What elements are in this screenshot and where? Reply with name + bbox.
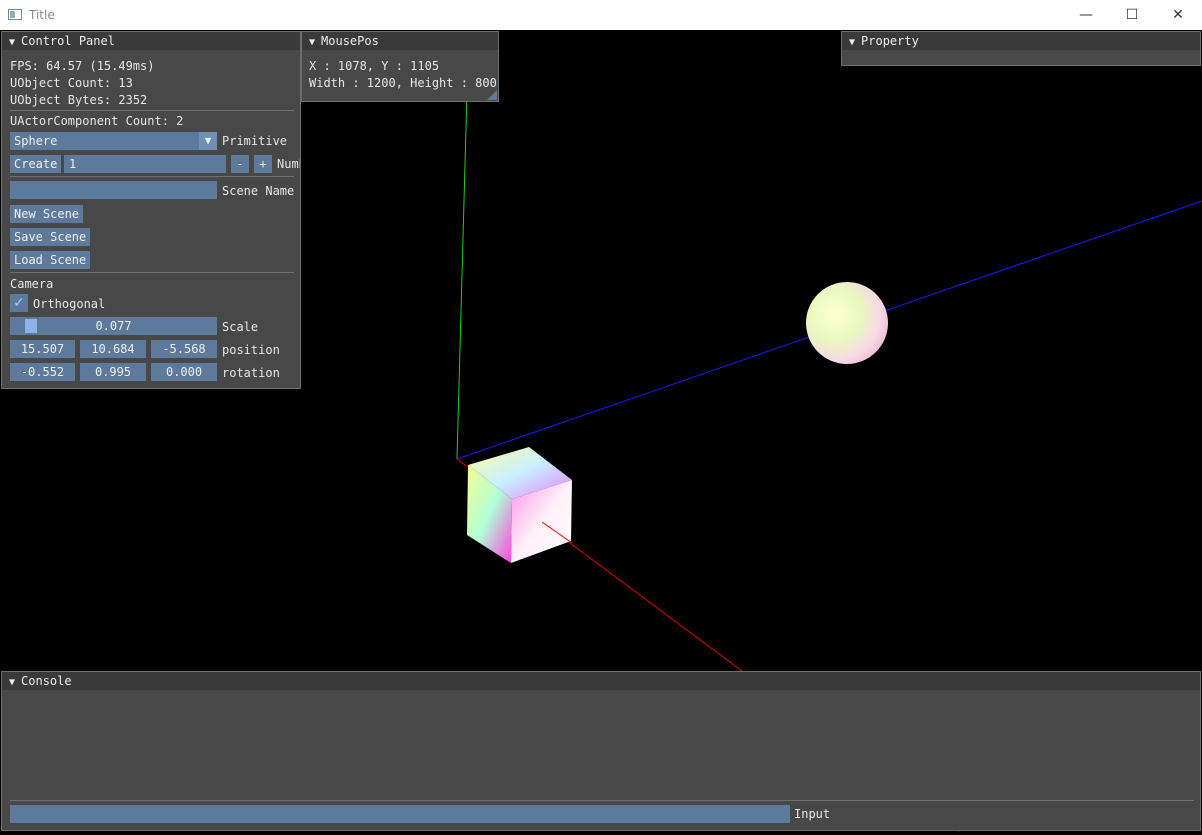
divider: [10, 110, 294, 111]
primitive-label: Primitive: [222, 134, 288, 148]
rotation-z-field[interactable]: 0.000: [151, 363, 217, 381]
actor-component-count-text: UActorComponent Count: 2: [10, 114, 184, 128]
scene-name-label: Scene Name: [222, 184, 295, 198]
window-title: Title: [29, 8, 55, 22]
mousepos-panel: ▼ MousePos X : 1078, Y : 1105 Width : 120…: [301, 31, 499, 102]
divider: [10, 272, 294, 273]
load-scene-button[interactable]: Load Scene: [10, 251, 91, 269]
position-y-field[interactable]: 10.684: [80, 340, 146, 358]
uobject-count-text: UObject Count: 13: [10, 76, 133, 90]
decrement-button[interactable]: -: [231, 155, 249, 173]
property-title: Property: [861, 34, 919, 48]
console-panel: ▼ Console Input: [1, 671, 1201, 831]
screen-size-text: Width : 1200, Height : 800: [309, 76, 497, 90]
collapse-icon[interactable]: ▼: [9, 677, 15, 688]
primitive-value: Sphere: [14, 134, 58, 148]
position-z-field[interactable]: -5.568: [151, 340, 217, 358]
scale-slider[interactable]: 0.077: [10, 317, 217, 335]
rotation-label: rotation: [222, 366, 280, 380]
minimize-icon: —: [1079, 7, 1093, 23]
minimize-button[interactable]: —: [1063, 0, 1109, 30]
divider: [10, 800, 1194, 801]
control-panel: ▼ Control Panel FPS: 64.57 (15.49ms) UObj…: [1, 31, 301, 389]
increment-button[interactable]: +: [254, 155, 272, 173]
close-icon: ✕: [1172, 7, 1184, 23]
mouse-xy-text: X : 1078, Y : 1105: [309, 59, 440, 73]
close-button[interactable]: ✕: [1155, 0, 1201, 30]
maximize-button[interactable]: ☐: [1109, 0, 1155, 30]
number-input[interactable]: 1: [64, 155, 226, 173]
position-x-field[interactable]: 15.507: [10, 340, 75, 358]
collapse-icon[interactable]: ▼: [9, 37, 15, 48]
create-button[interactable]: Create: [10, 155, 62, 173]
new-scene-button[interactable]: New Scene: [10, 205, 84, 223]
mousepos-header[interactable]: ▼ MousePos: [302, 32, 498, 50]
rotation-x-field[interactable]: -0.552: [10, 363, 75, 381]
console-input-label: Input: [794, 807, 831, 821]
maximize-icon: ☐: [1125, 7, 1139, 23]
checkmark-icon: ✓: [13, 295, 25, 311]
scale-value: 0.077: [95, 319, 132, 333]
property-panel: ▼ Property: [841, 31, 1201, 66]
window-titlebar: Title — ☐ ✕: [0, 0, 1202, 30]
number-label: Number: [277, 157, 300, 171]
control-panel-title: Control Panel: [21, 34, 115, 48]
rotation-y-field[interactable]: 0.995: [80, 363, 146, 381]
mousepos-title: MousePos: [321, 34, 379, 48]
primitive-dropdown[interactable]: Sphere ▼: [10, 132, 217, 150]
app-icon: [8, 9, 22, 20]
resize-grip[interactable]: [487, 90, 497, 100]
position-label: position: [222, 343, 280, 357]
y-axis-line: [456, 90, 468, 460]
console-input[interactable]: [10, 805, 790, 823]
scene-name-input[interactable]: [10, 181, 217, 199]
orthogonal-label: Orthogonal: [33, 297, 106, 311]
save-scene-button[interactable]: Save Scene: [10, 228, 91, 246]
collapse-icon[interactable]: ▼: [309, 37, 315, 48]
dropdown-arrow-icon[interactable]: ▼: [199, 132, 217, 150]
sphere-object: [806, 282, 888, 364]
fps-text: FPS: 64.57 (15.49ms): [10, 59, 155, 73]
camera-heading: Camera: [10, 277, 54, 291]
orthogonal-checkbox[interactable]: ✓: [10, 294, 28, 312]
scale-label: Scale: [222, 320, 259, 334]
uobject-bytes-text: UObject Bytes: 2352: [10, 93, 148, 107]
console-header[interactable]: ▼ Console: [2, 672, 1200, 690]
divider: [10, 176, 294, 177]
slider-handle[interactable]: [25, 319, 37, 333]
property-header[interactable]: ▼ Property: [842, 32, 1200, 50]
control-panel-header[interactable]: ▼ Control Panel: [2, 32, 300, 50]
collapse-icon[interactable]: ▼: [849, 37, 855, 48]
console-title: Console: [21, 674, 72, 688]
